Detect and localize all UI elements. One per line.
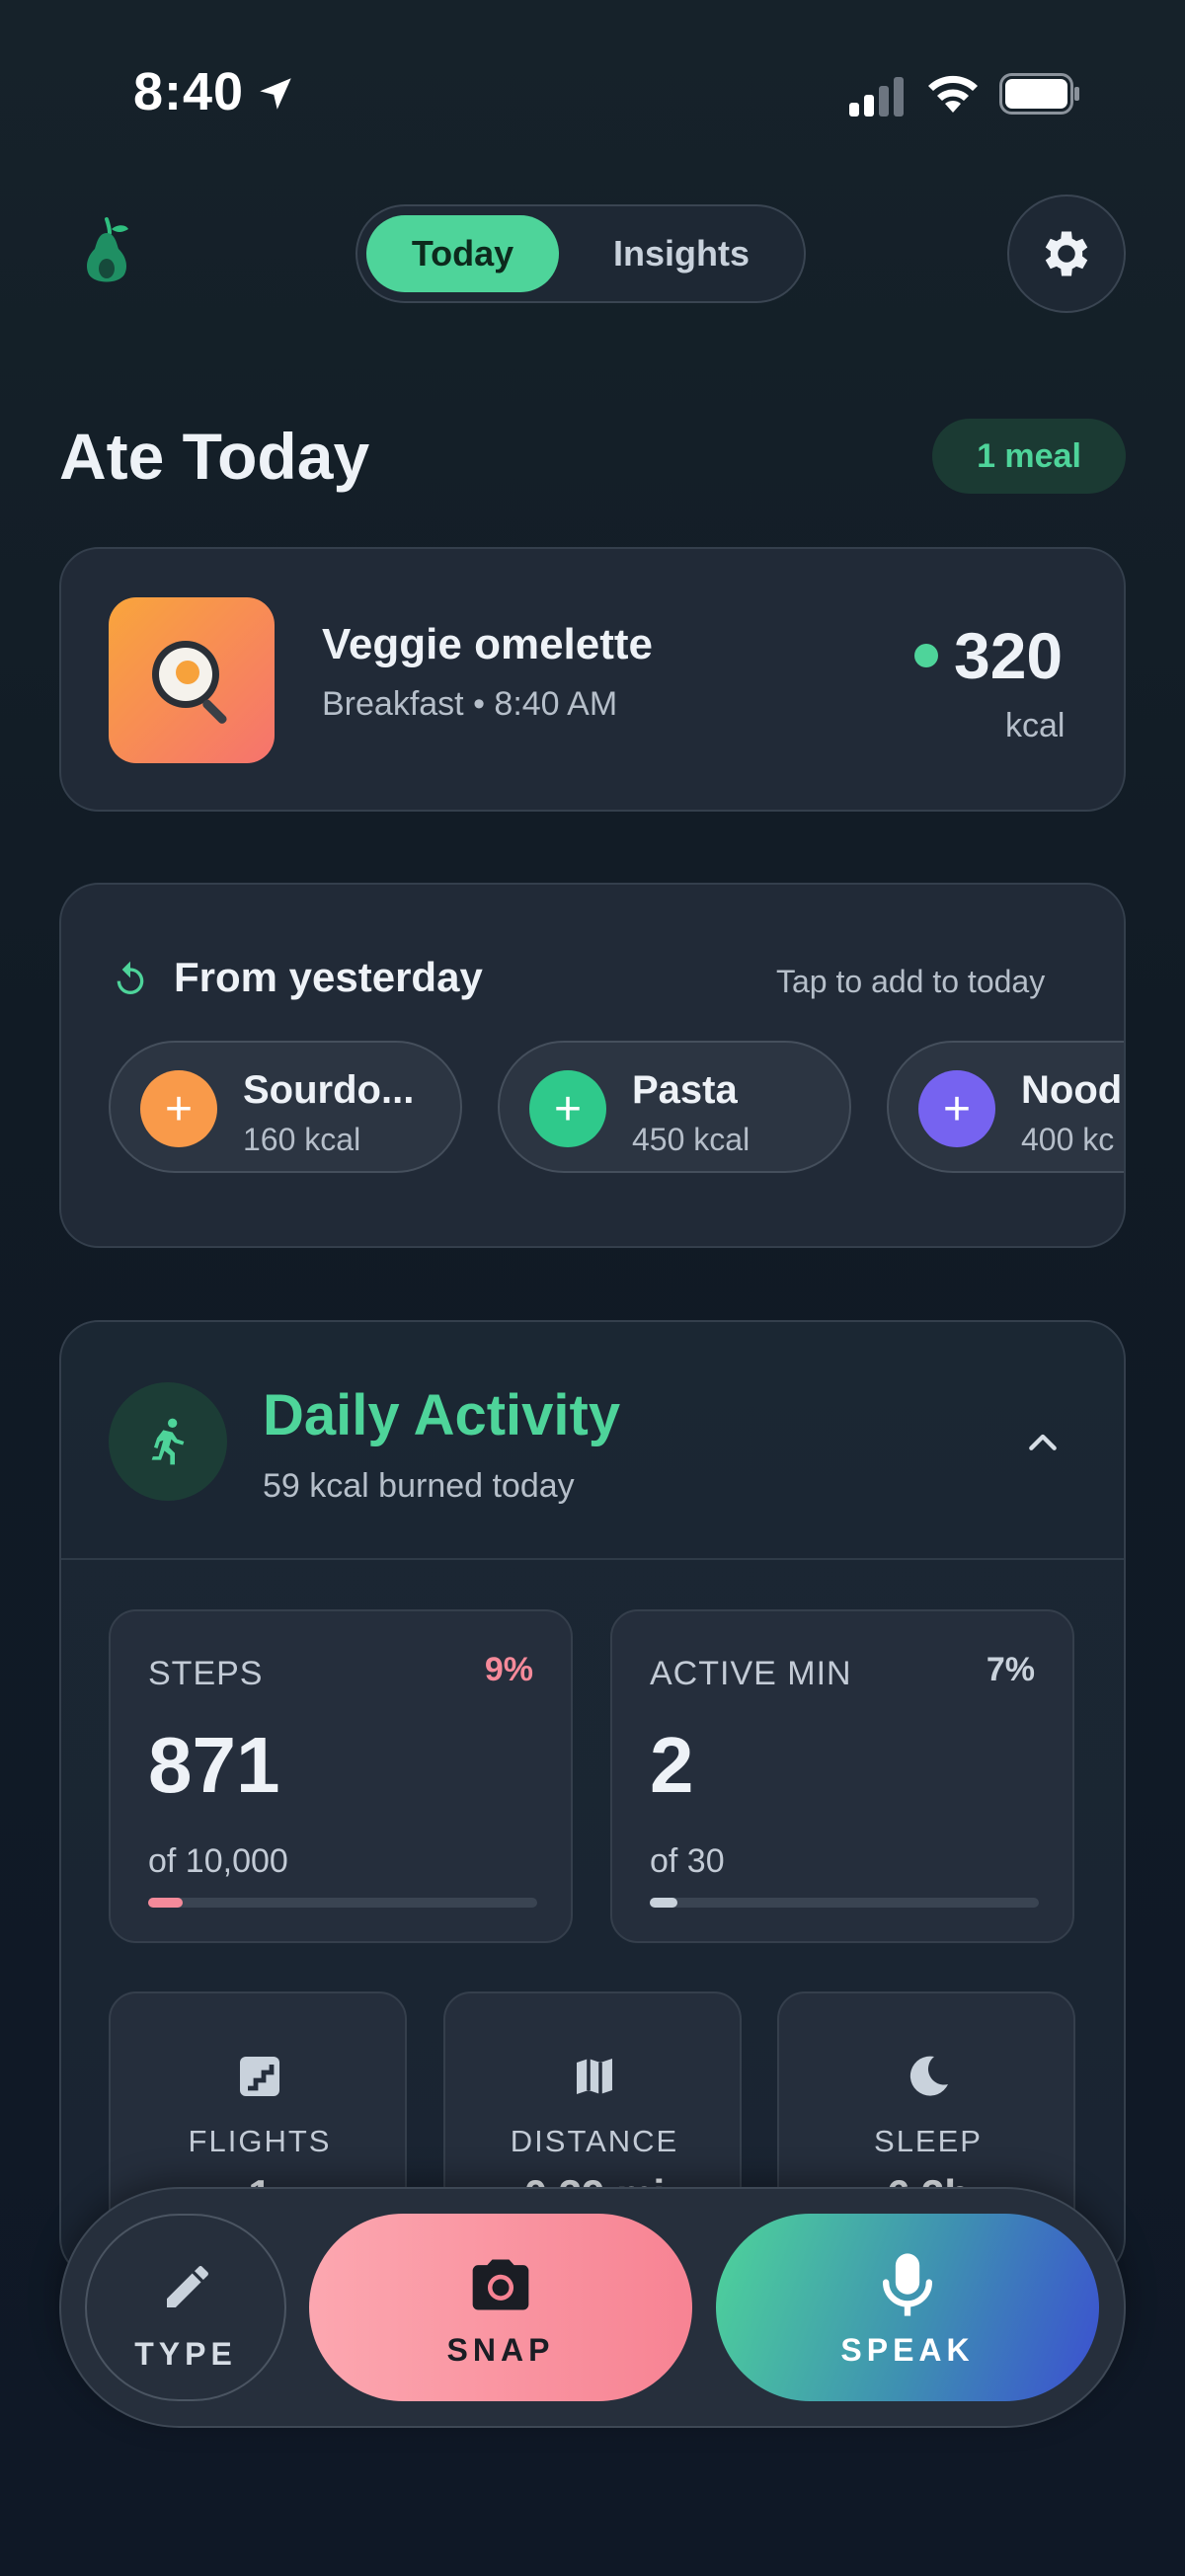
yesterday-item[interactable]: + Nood 400 kc <box>887 1041 1124 1173</box>
steps-percent: 9% <box>484 1651 533 1688</box>
tab-insights[interactable]: Insights <box>583 215 780 292</box>
steps-goal: of 10,000 <box>148 1842 288 1880</box>
section-title-ate-today: Ate Today <box>59 420 370 493</box>
active-minutes-label: ACTIVE MIN <box>650 1655 852 1692</box>
steps-value: 871 <box>148 1721 280 1809</box>
add-plus-icon: + <box>918 1070 995 1147</box>
history-refresh-icon <box>117 961 144 994</box>
speak-button-label: SPEAK <box>840 2332 975 2368</box>
daily-activity-subtitle: 59 kcal burned today <box>263 1467 575 1505</box>
wifi-icon <box>928 75 978 113</box>
meal-name: Veggie omelette <box>322 620 654 668</box>
speak-button[interactable]: SPEAK <box>716 2214 1099 2401</box>
microphone-icon <box>882 2253 933 2316</box>
meal-time: Breakfast • 8:40 AM <box>322 685 618 723</box>
running-person-icon <box>151 1418 185 1465</box>
meal-calories: 320 <box>954 619 1064 692</box>
stairs-icon <box>240 2057 279 2096</box>
type-button-label: TYPE <box>134 2336 237 2372</box>
snap-button-label: SNAP <box>446 2332 555 2368</box>
active-minutes-value: 2 <box>650 1721 694 1809</box>
status-time: 8:40 <box>133 62 245 121</box>
meal-thumbnail <box>109 597 275 763</box>
battery-icon <box>999 73 1079 115</box>
steps-label: STEPS <box>148 1655 264 1692</box>
location-arrow-icon <box>260 78 291 110</box>
yesterday-item-name: Nood <box>1021 1068 1123 1112</box>
yesterday-item-name: Sourdo... <box>243 1068 415 1112</box>
add-plus-icon: + <box>140 1070 217 1147</box>
chevron-up-icon[interactable] <box>1023 1422 1063 1461</box>
yesterday-item-name: Pasta <box>632 1068 738 1112</box>
active-minutes-progress-bar <box>650 1898 1039 1908</box>
camera-icon <box>472 2259 529 2310</box>
activity-icon-circle <box>109 1382 227 1501</box>
steps-progress-bar <box>148 1898 537 1908</box>
active-minutes-percent: 7% <box>986 1651 1035 1688</box>
yesterday-items-list[interactable]: + Sourdo... 160 kcal + Pasta 450 kcal + … <box>61 1037 1124 1185</box>
distance-label: DISTANCE <box>510 2124 679 2158</box>
yesterday-item[interactable]: + Sourdo... 160 kcal <box>109 1041 462 1173</box>
gear-icon <box>1045 231 1088 276</box>
tab-today[interactable]: Today <box>366 215 559 292</box>
daily-activity-title: Daily Activity <box>263 1383 621 1447</box>
meal-count-badge: 1 meal <box>932 419 1126 494</box>
yesterday-item-kcal: 450 kcal <box>632 1122 750 1157</box>
moon-icon <box>909 2056 948 2096</box>
steps-progress-fill <box>148 1898 184 1908</box>
type-button[interactable]: TYPE <box>85 2214 286 2401</box>
from-yesterday-title: From yesterday <box>174 954 483 1000</box>
pencil-icon <box>167 2266 208 2307</box>
yesterday-item-kcal: 400 kc <box>1021 1122 1115 1157</box>
snap-button[interactable]: SNAP <box>309 2214 692 2401</box>
frying-pan-egg-icon <box>152 641 227 724</box>
flights-label: FLIGHTS <box>188 2124 332 2158</box>
settings-button[interactable] <box>1007 195 1126 313</box>
add-plus-icon: + <box>529 1070 606 1147</box>
cellular-signal-icon <box>849 77 904 117</box>
steps-stat-card[interactable]: STEPS 9% 871 of 10,000 <box>109 1609 573 1943</box>
sleep-label: SLEEP <box>874 2124 983 2158</box>
meal-calories-unit: kcal <box>1005 707 1066 744</box>
yesterday-item-kcal: 160 kcal <box>243 1122 361 1157</box>
map-icon <box>577 2059 612 2094</box>
active-minutes-progress-fill <box>650 1898 677 1908</box>
active-minutes-stat-card[interactable]: ACTIVE MIN 7% 2 of 30 <box>610 1609 1074 1943</box>
yesterday-item[interactable]: + Pasta 450 kcal <box>498 1041 851 1173</box>
active-minutes-goal: of 30 <box>650 1842 725 1880</box>
pear-logo-icon <box>87 217 128 282</box>
from-yesterday-hint: Tap to add to today <box>776 964 1046 999</box>
meal-status-dot <box>914 644 938 667</box>
activity-divider <box>61 1558 1124 1560</box>
